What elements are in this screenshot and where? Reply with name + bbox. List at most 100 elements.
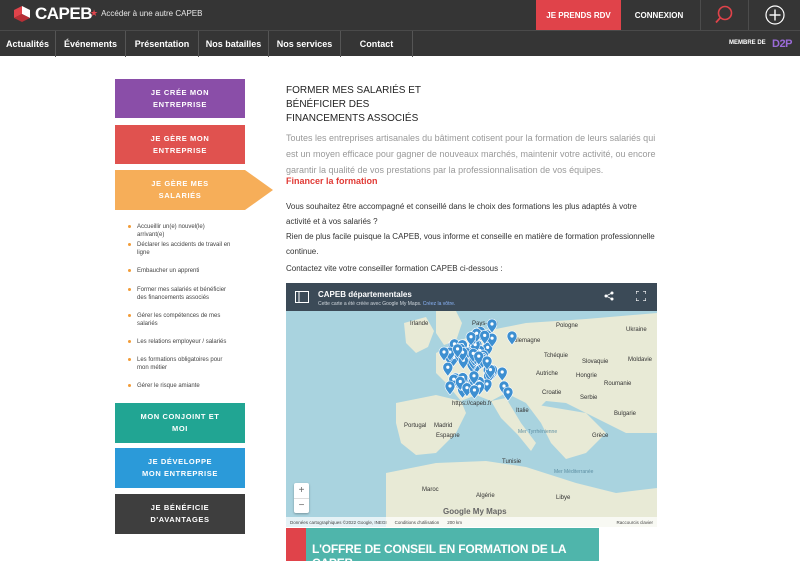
map-pin-dot: [490, 336, 494, 340]
section-heading: Financer la formation: [286, 176, 378, 186]
sub-item-label: Embaucher un apprenti: [137, 268, 200, 274]
map-pin-dot: [506, 390, 510, 394]
map-pin-dot: [465, 386, 469, 390]
sub-item-competences[interactable]: Gérer les compétences de mes salariés: [128, 312, 233, 328]
membre-de-label: MEMBRE DE: [729, 40, 766, 46]
map-pin-dot: [485, 359, 489, 363]
map-pin-dot: [477, 354, 481, 358]
sidebar-avantages[interactable]: JE BÉNÉFICIE D'AVANTAGES: [115, 494, 245, 534]
map-pin-dot: [490, 322, 494, 326]
active-arrow: [245, 170, 273, 210]
sub-item-label: Gérer le risque amiante: [137, 383, 200, 389]
map-pin-dot: [472, 388, 477, 392]
sub-item-label: Former mes salariés et bénéficier des fi…: [137, 287, 227, 301]
map-attribution: Données cartographiques ©2022 Google, IN…: [286, 517, 657, 527]
sub-item-relations[interactable]: Les relations employeur / salariés: [128, 338, 233, 346]
map-pin[interactable]: [502, 386, 514, 402]
map-pin[interactable]: [442, 362, 454, 377]
bullet: [128, 288, 131, 291]
login-button[interactable]: CONNEXION: [621, 0, 697, 30]
map-pin-dot: [469, 335, 473, 339]
zoom-out-button[interactable]: −: [294, 498, 309, 513]
other-capeb-label: Accéder à une autre CAPEB: [101, 9, 203, 18]
capeb-logo-icon: [14, 6, 30, 22]
map-pin-dot: [485, 382, 489, 386]
zoom-controls: + −: [294, 483, 309, 513]
star-icon: ★: [90, 8, 99, 18]
nav-actualites[interactable]: Actualités: [0, 31, 56, 57]
sidebar-cree-entreprise[interactable]: JE CRÉE MON ENTREPRISE: [115, 79, 245, 118]
d2p-logo[interactable]: D2P: [768, 36, 796, 52]
nav-contact[interactable]: Contact: [341, 31, 413, 57]
sub-item-obligatoires[interactable]: Les formations obligatoires pour mon mét…: [128, 356, 233, 372]
sidebar-developpe[interactable]: JE DÉVELOPPE MON ENTREPRISE: [115, 448, 245, 488]
plus-circle-icon: [764, 5, 785, 25]
sidebar-gere-entreprise[interactable]: JE GÈRE MON ENTREPRISE: [115, 125, 245, 164]
bullet: [128, 269, 131, 272]
bullet: [128, 358, 131, 361]
shortcuts-link[interactable]: Raccourcis clavier: [616, 520, 657, 525]
search-button[interactable]: [700, 0, 746, 30]
scale-text: 200 km: [447, 519, 463, 525]
embedded-map[interactable]: CAPEB départementales Cette carte a été …: [286, 283, 657, 527]
zoom-in-button[interactable]: +: [294, 483, 309, 498]
contact-line: Contactez vite votre conseiller formatio…: [286, 264, 503, 273]
logo-text: CAPEB: [35, 4, 93, 23]
banner-text: L'OFFRE DE CONSEIL EN FORMATION DE LA CA…: [312, 542, 566, 570]
map-pin-dot: [442, 350, 446, 354]
bullet: [128, 243, 131, 246]
sub-item-label: Déclarer les accidents de travail en lig…: [137, 242, 231, 256]
map-pin-dot: [452, 377, 456, 381]
sub-item-label: Les relations employeur / salariés: [137, 339, 227, 345]
map-pin-dot: [488, 368, 493, 372]
nav-presentation[interactable]: Présentation: [126, 31, 199, 57]
appointment-button[interactable]: JE PRENDS RDV: [536, 0, 621, 30]
map-pin[interactable]: [444, 380, 456, 396]
sub-item-accueillir[interactable]: Accueillir un(e) nouvel(le) arrivant(e): [128, 223, 233, 239]
map-pin[interactable]: [496, 366, 508, 382]
intro-text: Toutes les entreprises artisanales du bâ…: [286, 133, 656, 175]
map-pin-dot: [500, 370, 504, 374]
paragraph-1: Vous souhaitez être accompagné et consei…: [286, 202, 637, 226]
banner-flag: [286, 528, 306, 561]
bullet: [128, 384, 131, 387]
map-pin-dot: [472, 374, 476, 378]
map-pin[interactable]: [506, 330, 518, 346]
map-pin[interactable]: [469, 384, 480, 400]
map-pin-dot: [486, 345, 490, 350]
google-logo: Google My Maps: [443, 507, 507, 516]
sub-item-label: Gérer les compétences de mes salariés: [137, 313, 221, 327]
bullet: [128, 314, 131, 317]
map-pin-dot: [458, 379, 462, 384]
sub-item-former[interactable]: Former mes salariés et bénéficier des fi…: [128, 286, 233, 302]
nav-evenements[interactable]: Événements: [56, 31, 126, 57]
sub-item-apprenti[interactable]: Embaucher un apprenti: [128, 267, 233, 275]
offer-banner[interactable]: L'OFFRE DE CONSEIL EN FORMATION DE LA CA…: [286, 528, 599, 570]
sub-item-label: Accueillir un(e) nouvel(le) arrivant(e): [137, 224, 205, 238]
d2p-text: D2P: [772, 38, 792, 50]
paragraph-2: Rien de plus facile puisque la CAPEB, vo…: [286, 232, 655, 256]
nav-nos-services[interactable]: Nos services: [269, 31, 341, 57]
sub-item-label: Les formations obligatoires pour mon mét…: [137, 357, 223, 371]
map-pin-dot: [510, 334, 514, 338]
bullet: [128, 225, 131, 228]
map-pin-dot: [446, 365, 450, 369]
capeb-logo[interactable]: CAPEB: [12, 3, 93, 25]
search-icon: [714, 5, 732, 24]
body-text: Vous souhaitez être accompagné et consei…: [286, 199, 656, 259]
map-pin-dot: [455, 347, 460, 351]
other-capeb-link[interactable]: ★ Accéder à une autre CAPEB: [90, 8, 202, 19]
sub-item-amiante[interactable]: Gérer le risque amiante: [128, 382, 233, 390]
page-title: FORMER MES SALARIÉS ET BÉNÉFICIER DES FI…: [286, 85, 421, 124]
nav-nos-batailles[interactable]: Nos batailles: [199, 31, 269, 57]
map-pin-dot: [483, 333, 487, 337]
attribution-text: Données cartographiques ©2022 Google, IN…: [290, 519, 387, 525]
menu-plus-button[interactable]: [748, 0, 800, 30]
sidebar-conjoint[interactable]: MON CONJOINT ET MOI: [115, 403, 245, 443]
map-pins[interactable]: [286, 283, 657, 527]
map-pin-dot: [448, 384, 452, 388]
sidebar-gere-salaries[interactable]: JE GÈRE MES SALARIÉS: [115, 170, 245, 210]
conditions-link[interactable]: Conditions d'utilisation: [395, 520, 440, 525]
sub-item-accidents[interactable]: Déclarer les accidents de travail en lig…: [128, 241, 233, 257]
top-bar: CAPEB ★ Accéder à une autre CAPEB JE PRE…: [0, 0, 800, 30]
